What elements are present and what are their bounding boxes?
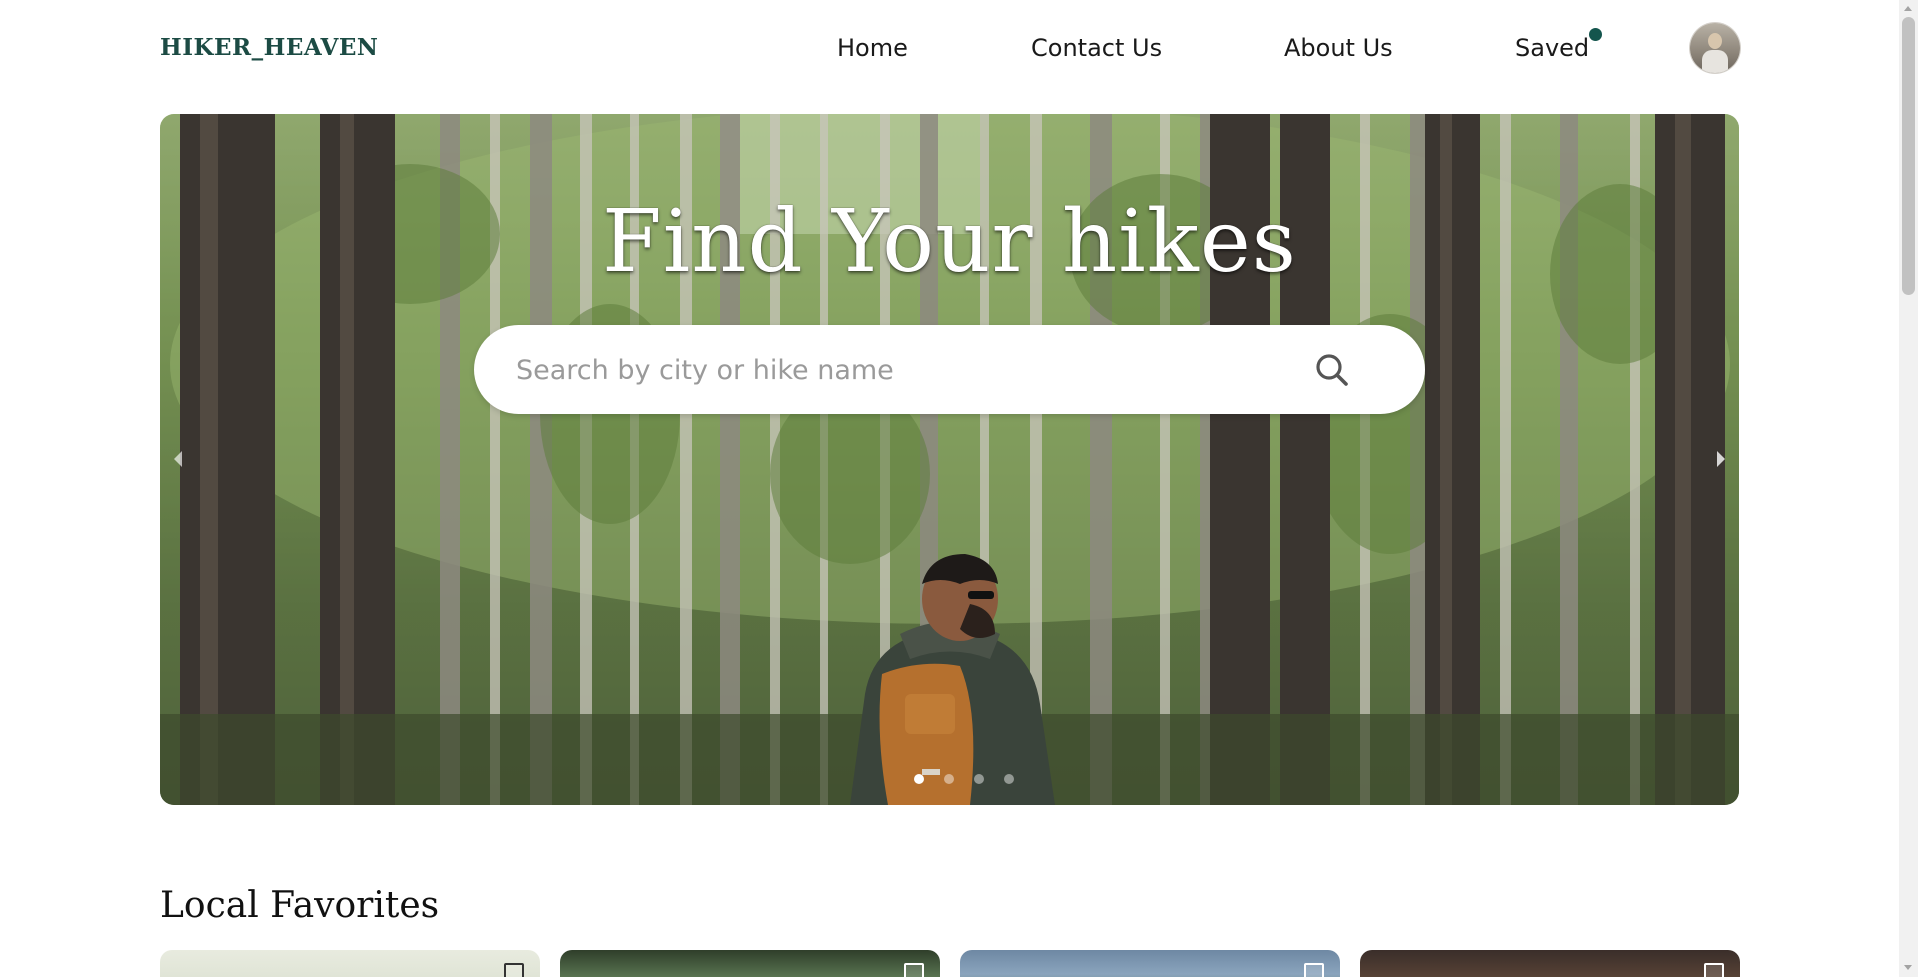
avatar-head-shape: [1708, 33, 1722, 49]
nav-about-link[interactable]: About Us: [1284, 34, 1393, 62]
carousel-dot-2[interactable]: [944, 774, 954, 784]
hero-carousel: Find Your hikes: [160, 114, 1739, 805]
carousel-dot-1[interactable]: [914, 774, 924, 784]
scroll-up-arrow-icon[interactable]: [1904, 6, 1912, 11]
favorite-card-1[interactable]: [160, 950, 540, 977]
favorite-card-3[interactable]: [960, 950, 1340, 977]
scrollbar-thumb[interactable]: [1902, 17, 1915, 295]
scroll-down-arrow-icon[interactable]: [1904, 965, 1912, 970]
search-input[interactable]: [514, 347, 1298, 393]
main-nav: Home Contact Us About Us Saved: [0, 34, 1918, 66]
user-avatar[interactable]: [1690, 23, 1740, 73]
hero-title: Find Your hikes: [602, 192, 1297, 292]
avatar-body-shape: [1702, 50, 1728, 73]
search-icon[interactable]: [1312, 350, 1352, 390]
favorite-card-4[interactable]: [1360, 950, 1740, 977]
page-scrollbar[interactable]: [1899, 0, 1918, 977]
local-favorites-title: Local Favorites: [160, 885, 440, 926]
favorite-card-2[interactable]: [560, 950, 940, 977]
carousel-dot-3[interactable]: [974, 774, 984, 784]
nav-home-link[interactable]: Home: [837, 34, 908, 62]
bookmark-icon[interactable]: [1304, 963, 1324, 977]
chevron-right-icon[interactable]: [1711, 445, 1731, 473]
page: HIKER_HEAVEN Home Contact Us About Us Sa…: [0, 0, 1918, 977]
nav-contact-link[interactable]: Contact Us: [1031, 34, 1162, 62]
nav-saved-link[interactable]: Saved: [1515, 34, 1589, 62]
carousel-dot-4[interactable]: [1004, 774, 1014, 784]
bookmark-icon[interactable]: [1704, 963, 1724, 977]
bookmark-icon[interactable]: [904, 963, 924, 977]
chevron-left-icon[interactable]: [168, 445, 188, 473]
search-bar: [474, 325, 1425, 414]
bookmark-icon[interactable]: [504, 963, 524, 977]
saved-notification-badge: [1589, 28, 1602, 41]
